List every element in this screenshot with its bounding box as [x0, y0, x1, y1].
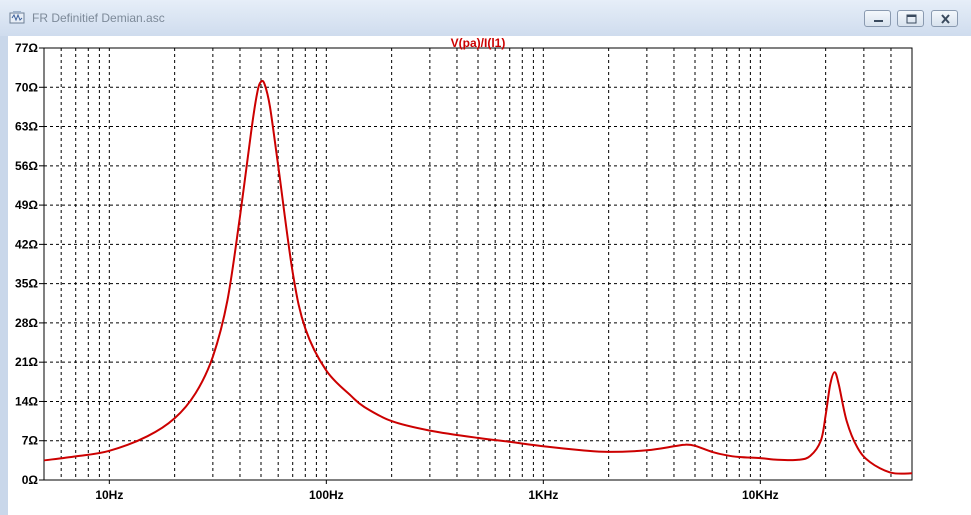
impedance-plot[interactable]: 0Ω 7Ω 14Ω 21Ω 28Ω 35Ω 42Ω 49Ω 56Ω 63Ω 70Ω 77Ω 10Hz 10…	[8, 36, 924, 515]
y-tick-label: 49Ω	[15, 198, 38, 212]
y-tick-label: 70Ω	[15, 80, 38, 94]
x-tick-label: 10Hz	[95, 488, 123, 502]
y-tick-label: 63Ω	[15, 120, 38, 134]
restore-button[interactable]	[897, 10, 924, 27]
y-tick-label: 28Ω	[15, 316, 38, 330]
y-tick-label: 56Ω	[15, 159, 38, 173]
minimize-icon	[874, 20, 883, 22]
close-button[interactable]	[931, 10, 958, 27]
y-tick-label: 35Ω	[15, 277, 38, 291]
restore-icon	[906, 14, 917, 24]
y-tick-label: 42Ω	[15, 237, 38, 251]
window-title: FR Definitief Demian.asc	[32, 11, 165, 25]
title-bar[interactable]: FR Definitief Demian.asc	[0, 0, 971, 36]
x-tick-label: 10KHz	[742, 488, 779, 502]
x-tick-label: 100Hz	[309, 488, 344, 502]
chart-title: V(pa)/I(l1)	[451, 36, 506, 50]
minimize-button[interactable]	[864, 10, 891, 27]
x-tick-label: 1KHz	[528, 488, 558, 502]
y-tick-label: 0Ω	[22, 473, 39, 487]
y-tick-label: 21Ω	[15, 355, 38, 369]
plot-margin	[924, 36, 971, 515]
close-icon	[941, 14, 950, 24]
schematic-icon	[9, 11, 25, 24]
y-tick-label: 7Ω	[22, 434, 39, 448]
plot-pane[interactable]: 0Ω 7Ω 14Ω 21Ω 28Ω 35Ω 42Ω 49Ω 56Ω 63Ω 70Ω 77Ω 10Hz 10…	[8, 36, 924, 515]
app-window: FR Definitief Demian.asc 0Ω 7Ω 14Ω 21Ω 28Ω 35…	[0, 0, 971, 515]
y-tick-label: 14Ω	[15, 394, 38, 408]
y-tick-label: 77Ω	[15, 41, 38, 55]
